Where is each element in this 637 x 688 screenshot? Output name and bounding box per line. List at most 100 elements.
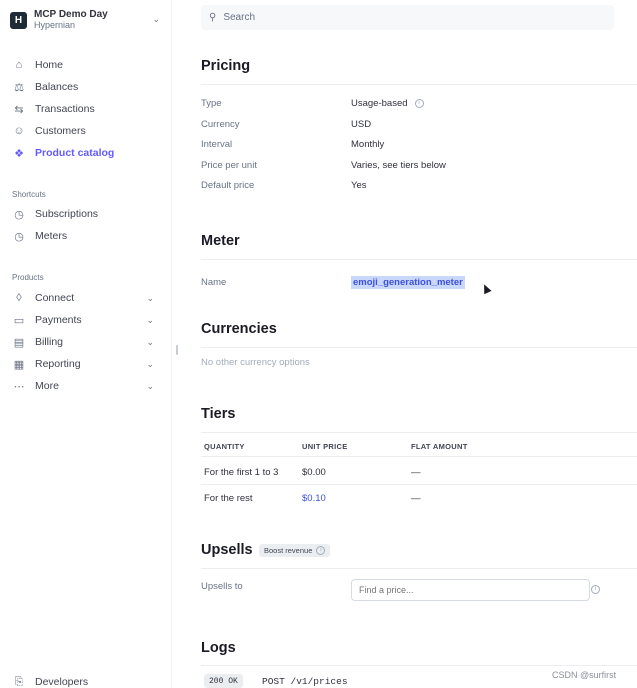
- billing-icon: ▤: [13, 336, 25, 349]
- meter-heading: Meter: [201, 233, 240, 249]
- clock-icon: ◷: [14, 230, 24, 243]
- sidebar-item-product-catalog[interactable]: ❖ Product catalog: [12, 143, 162, 163]
- tier-unit-price-cell: $0.00: [302, 467, 326, 478]
- meter-name-link[interactable]: emoji_generation_meter: [351, 276, 465, 289]
- chevron-down-icon: ⌄: [146, 380, 154, 391]
- tiers-header-flat-amount: FLAT AMOUNT: [411, 442, 468, 451]
- pricing-currency-label: Currency: [201, 119, 240, 130]
- sidebar-item-label: Developers: [35, 676, 89, 688]
- sidebar-item-label: Connect: [35, 292, 75, 304]
- chevron-down-icon: ⌄: [146, 336, 154, 347]
- tier-flat-amount-cell: —: [411, 493, 421, 504]
- sidebar-item-label: Balances: [35, 81, 79, 93]
- divider: [201, 665, 637, 666]
- payments-icon: ▭: [13, 314, 25, 327]
- sidebar-item-connect[interactable]: ◊ Connect ⌄: [12, 288, 162, 308]
- sidebar-item-label: Home: [35, 59, 64, 71]
- terminal-icon: ⎘: [14, 675, 24, 688]
- search-icon: ⚲: [209, 12, 217, 23]
- account-subtitle: Hypernian: [34, 20, 76, 30]
- sidebar-item-reporting[interactable]: ▦ Reporting ⌄: [12, 354, 162, 374]
- divider: [201, 568, 637, 569]
- log-request-text[interactable]: POST /v1/prices: [262, 676, 348, 687]
- find-price-input[interactable]: [351, 579, 590, 601]
- tier-quantity-cell: For the rest: [204, 493, 253, 504]
- tiers-header-quantity: QUANTITY: [204, 442, 245, 451]
- reporting-icon: ▦: [13, 358, 25, 371]
- info-icon[interactable]: i: [414, 98, 424, 108]
- sidebar-item-label: Payments: [35, 314, 82, 326]
- sidebar-item-label: Meters: [35, 230, 68, 242]
- sidebar-item-meters[interactable]: ◷ Meters: [12, 226, 162, 246]
- sidebar-item-balances[interactable]: ⚖ Balances: [12, 77, 162, 97]
- sidebar-item-label: Customers: [35, 125, 86, 137]
- account-switcher[interactable]: H MCP Demo Day Hypernian ⌄: [10, 8, 162, 32]
- search-placeholder: Search: [223, 12, 256, 23]
- account-name: MCP Demo Day: [34, 9, 108, 20]
- divider: [201, 84, 637, 85]
- status-badge: 200 OK: [204, 674, 243, 688]
- divider: [201, 484, 637, 485]
- chevron-down-icon: ⌄: [146, 358, 154, 369]
- pricing-interval-value: Monthly: [351, 139, 385, 150]
- chevron-down-icon: ⌄: [152, 14, 160, 24]
- sidebar-item-transactions[interactable]: ⇆ Transactions: [12, 99, 162, 119]
- home-icon: ⌂: [15, 59, 23, 71]
- sidebar-item-label: Billing: [35, 336, 64, 348]
- tier-unit-price-cell[interactable]: $0.10: [302, 493, 326, 504]
- chevron-down-icon: ⌄: [146, 314, 154, 325]
- pricing-type-text: Usage-based: [351, 98, 408, 109]
- products-heading: Products: [12, 273, 44, 282]
- shortcuts-heading: Shortcuts: [12, 190, 46, 199]
- sidebar-item-payments[interactable]: ▭ Payments ⌄: [12, 310, 162, 330]
- customers-icon: ☺: [13, 125, 25, 137]
- pricing-currency-value: USD: [351, 119, 372, 130]
- meter-name-label: Name: [201, 277, 227, 288]
- mouse-cursor-icon: [480, 282, 492, 295]
- sidebar-item-more[interactable]: ⋯ More ⌄: [12, 376, 162, 396]
- sidebar-resize-handle[interactable]: [176, 345, 178, 355]
- watermark: CSDN @surfirst: [552, 670, 617, 680]
- more-icon: ⋯: [13, 380, 25, 393]
- sidebar-item-billing[interactable]: ▤ Billing ⌄: [12, 332, 162, 352]
- pricing-default-price-label: Default price: [201, 180, 255, 191]
- pricing-heading: Pricing: [201, 58, 251, 74]
- sidebar-item-developers[interactable]: ⎘ Developers: [12, 672, 162, 688]
- pricing-price-per-unit-value: Varies, see tiers below: [351, 160, 446, 171]
- sidebar-item-customers[interactable]: ☺ Customers: [12, 121, 162, 141]
- sidebar-item-label: Subscriptions: [35, 208, 99, 220]
- sidebar-item-subscriptions[interactable]: ◷ Subscriptions: [12, 204, 162, 224]
- currencies-empty-text: No other currency options: [201, 357, 310, 368]
- badge-label: Boost revenue: [264, 546, 313, 555]
- upsells-to-label: Upsells to: [201, 581, 243, 592]
- account-logo: H: [10, 11, 27, 29]
- sidebar-item-label: Transactions: [35, 103, 95, 115]
- tiers-header-unit-price: UNIT PRICE: [302, 442, 348, 451]
- info-icon: i: [316, 546, 326, 555]
- sidebar-item-label: More: [35, 380, 59, 392]
- pricing-interval-label: Interval: [201, 139, 233, 150]
- balances-icon: ⚖: [14, 81, 24, 94]
- upsells-heading: Upsells: [201, 542, 253, 558]
- pricing-default-price-value: Yes: [351, 180, 367, 191]
- account-text: MCP Demo Day Hypernian: [34, 9, 108, 31]
- transactions-icon: ⇆: [14, 103, 24, 116]
- divider: [201, 347, 637, 348]
- boost-revenue-badge[interactable]: Boost revenue i: [259, 544, 331, 557]
- info-icon[interactable]: i: [591, 585, 600, 594]
- tiers-heading: Tiers: [201, 406, 236, 422]
- divider: [201, 432, 637, 433]
- tier-flat-amount-cell: —: [411, 467, 421, 478]
- logs-heading: Logs: [201, 640, 236, 656]
- sidebar-item-label: Product catalog: [35, 147, 115, 159]
- divider: [201, 456, 637, 457]
- connect-icon: ◊: [16, 292, 22, 304]
- currencies-heading: Currencies: [201, 321, 277, 337]
- search-input[interactable]: ⚲ Search: [201, 5, 614, 30]
- pricing-type-label: Type: [201, 98, 222, 109]
- pricing-price-per-unit-label: Price per unit: [201, 160, 257, 171]
- pricing-type-value: Usage-based i: [351, 98, 424, 109]
- tier-quantity-cell: For the first 1 to 3: [204, 467, 279, 478]
- chevron-down-icon: ⌄: [146, 292, 154, 303]
- sidebar-item-home[interactable]: ⌂ Home: [12, 55, 162, 75]
